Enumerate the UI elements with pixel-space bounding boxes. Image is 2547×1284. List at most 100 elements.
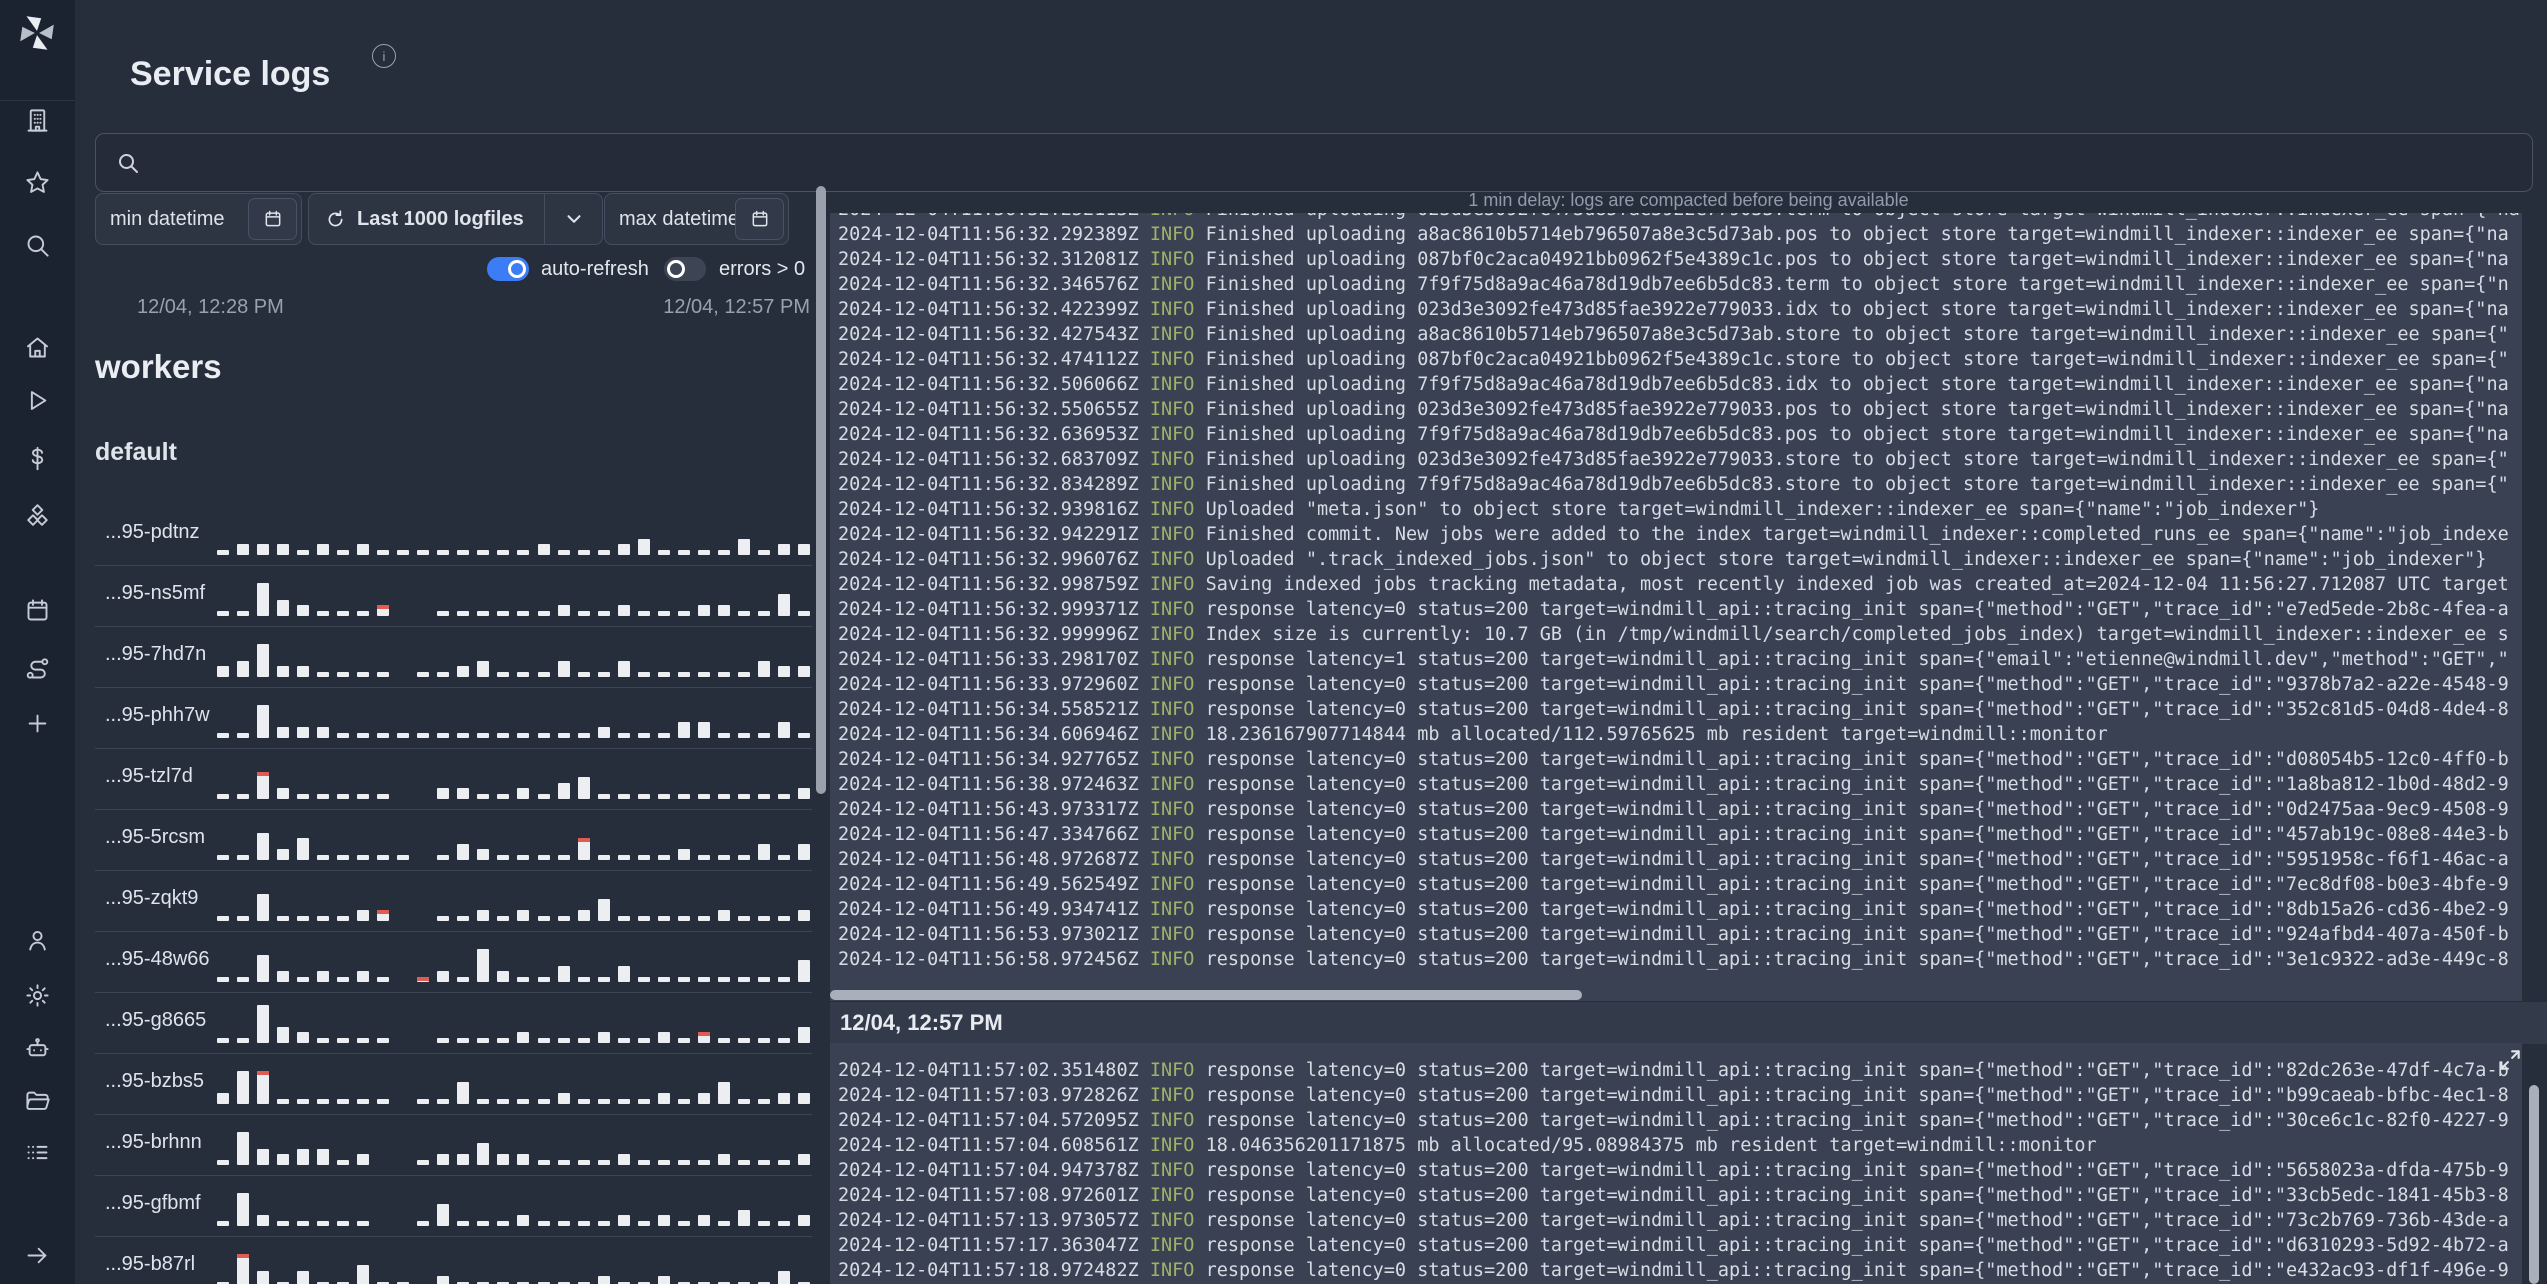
- sparkline-bar: [677, 1098, 690, 1104]
- log-level: INFO: [1149, 599, 1206, 620]
- worker-row[interactable]: ...95-phh7w: [95, 688, 812, 749]
- expand-icon[interactable]: [2497, 1047, 2523, 1073]
- sparkline-bar: [497, 1220, 510, 1226]
- plus-icon[interactable]: [24, 710, 51, 737]
- windmill-logo[interactable]: [16, 12, 58, 54]
- sparkline-bar: [457, 666, 470, 677]
- sparkline-bar: [297, 549, 310, 555]
- sparkline-bar: [577, 910, 590, 921]
- errors-toggle[interactable]: [664, 257, 706, 281]
- search-icon[interactable]: [24, 232, 51, 259]
- workers-icon[interactable]: [24, 1035, 51, 1062]
- info-icon[interactable]: i: [372, 44, 396, 68]
- sparkline-bar: [437, 1204, 450, 1226]
- sparkline-bar: [597, 854, 610, 860]
- sparkline-bar: [797, 843, 810, 860]
- sparkline-bar: [797, 666, 810, 677]
- max-datetime-calendar-button[interactable]: [735, 198, 784, 240]
- worker-row[interactable]: ...95-brhnn: [95, 1115, 812, 1176]
- user-icon[interactable]: [24, 927, 51, 954]
- home-icon[interactable]: [24, 334, 51, 361]
- sparkline-bar: [557, 1037, 570, 1043]
- worker-row[interactable]: ...95-b87rl: [95, 1237, 812, 1284]
- sparkline-bar: [337, 976, 350, 982]
- chevron-down-icon[interactable]: [563, 208, 585, 230]
- worker-row[interactable]: ...95-zqkt9: [95, 871, 812, 932]
- sparkline-bar: [297, 838, 310, 860]
- sparkline-bar: [457, 549, 470, 555]
- auto-refresh-toggle[interactable]: [487, 257, 529, 281]
- worker-label: ...95-7hd7n: [105, 643, 207, 665]
- sparkline-bar: [637, 732, 650, 738]
- max-datetime-input[interactable]: max datetime: [604, 193, 789, 245]
- sparkline-bar: [597, 1032, 610, 1043]
- log-timestamp: 2024-12-04T11:56:32.942291Z: [838, 524, 1150, 545]
- log-timestamp: 2024-12-04T11:56:32.683709Z: [838, 449, 1150, 470]
- worker-row[interactable]: ...95-7hd7n: [95, 627, 812, 688]
- building-icon[interactable]: [24, 107, 51, 134]
- resources-icon[interactable]: [24, 503, 51, 530]
- upper-log-panel[interactable]: 2024-12-04T11:56:32.252113Z INFO Finishe…: [830, 213, 2522, 1001]
- schedules-icon[interactable]: [24, 597, 51, 624]
- collapse-icon[interactable]: [24, 1242, 51, 1269]
- search-bar[interactable]: [95, 133, 2533, 192]
- flows-icon[interactable]: [24, 655, 51, 682]
- lower-log-panel[interactable]: 2024-12-04T11:57:02.351480Z INFO respons…: [830, 1043, 2522, 1284]
- min-datetime-calendar-button[interactable]: [248, 198, 297, 240]
- sparkline-bar: [737, 538, 750, 555]
- sparkline-bar: [797, 544, 810, 555]
- worker-row[interactable]: ...95-48w66: [95, 932, 812, 993]
- min-datetime-input[interactable]: min datetime: [95, 193, 302, 245]
- sparkline-bar: [257, 644, 270, 677]
- sparkline-bar: [357, 1154, 370, 1165]
- sparkline-bar: [417, 1159, 430, 1165]
- log-line: 2024-12-04T11:57:17.363047Z INFO respons…: [838, 1233, 2522, 1258]
- log-line: 2024-12-04T11:56:32.996076Z INFO Uploade…: [838, 547, 2522, 572]
- log-timestamp: 2024-12-04T11:56:34.558521Z: [838, 699, 1150, 720]
- sparkline-bar: [437, 610, 450, 616]
- run-icon[interactable]: [24, 387, 51, 414]
- logs-icon[interactable]: [24, 1139, 51, 1166]
- sparkline-bar: [677, 671, 690, 677]
- horizontal-scrollbar[interactable]: [830, 990, 1582, 1000]
- left-pane-scrollbar[interactable]: [816, 186, 826, 794]
- worker-row[interactable]: ...95-g8665: [95, 993, 812, 1054]
- log-line: 2024-12-04T11:57:03.972826Z INFO respons…: [838, 1083, 2522, 1108]
- settings-icon[interactable]: [24, 982, 51, 1009]
- log-message: Finished uploading a8ac8610b5714eb796507…: [1205, 224, 2509, 245]
- log-line: 2024-12-04T11:57:04.572095Z INFO respons…: [838, 1108, 2522, 1133]
- worker-row[interactable]: ...95-bzbs5: [95, 1054, 812, 1115]
- search-input[interactable]: [152, 150, 2532, 175]
- sparkline-bar: [557, 915, 570, 921]
- vertical-scrollbar[interactable]: [2529, 1085, 2539, 1284]
- log-message: response latency=0 status=200 target=win…: [1205, 824, 2509, 845]
- billing-icon[interactable]: [24, 445, 51, 472]
- folders-icon[interactable]: [24, 1087, 51, 1114]
- worker-row[interactable]: ...95-pdtnz: [95, 505, 812, 566]
- sparkline-bar: [757, 732, 770, 738]
- worker-row[interactable]: ...95-ns5mf: [95, 566, 812, 627]
- sparkline-bar: [737, 1159, 750, 1165]
- sparkline-bar: [597, 1276, 610, 1284]
- worker-row[interactable]: ...95-5rcsm: [95, 810, 812, 871]
- sparkline-bar: [637, 915, 650, 921]
- sparkline-bar: [517, 910, 530, 921]
- logfiles-label: Last 1000 logfiles: [357, 207, 524, 230]
- worker-row[interactable]: ...95-tzl7d: [95, 749, 812, 810]
- log-level: INFO: [1149, 699, 1206, 720]
- log-line: 2024-12-04T11:56:32.346576Z INFO Finishe…: [838, 272, 2522, 297]
- worker-sparkline: [217, 696, 810, 738]
- sparkline-bar: [677, 793, 690, 799]
- page-title: Service logs: [130, 54, 331, 93]
- sparkline-bar: [597, 671, 610, 677]
- sparkline-bar: [797, 1154, 810, 1165]
- sparkline-bar: [297, 1270, 310, 1284]
- sparkline-bar: [577, 1220, 590, 1226]
- worker-row[interactable]: ...95-gfbmf: [95, 1176, 812, 1237]
- sparkline-bar: [697, 1093, 710, 1104]
- star-icon[interactable]: [24, 169, 51, 196]
- sparkline-bar: [357, 1265, 370, 1284]
- logfiles-dropdown[interactable]: Last 1000 logfiles: [308, 193, 603, 245]
- sparkline-bar: [237, 610, 250, 616]
- sparkline-bar: [237, 544, 250, 555]
